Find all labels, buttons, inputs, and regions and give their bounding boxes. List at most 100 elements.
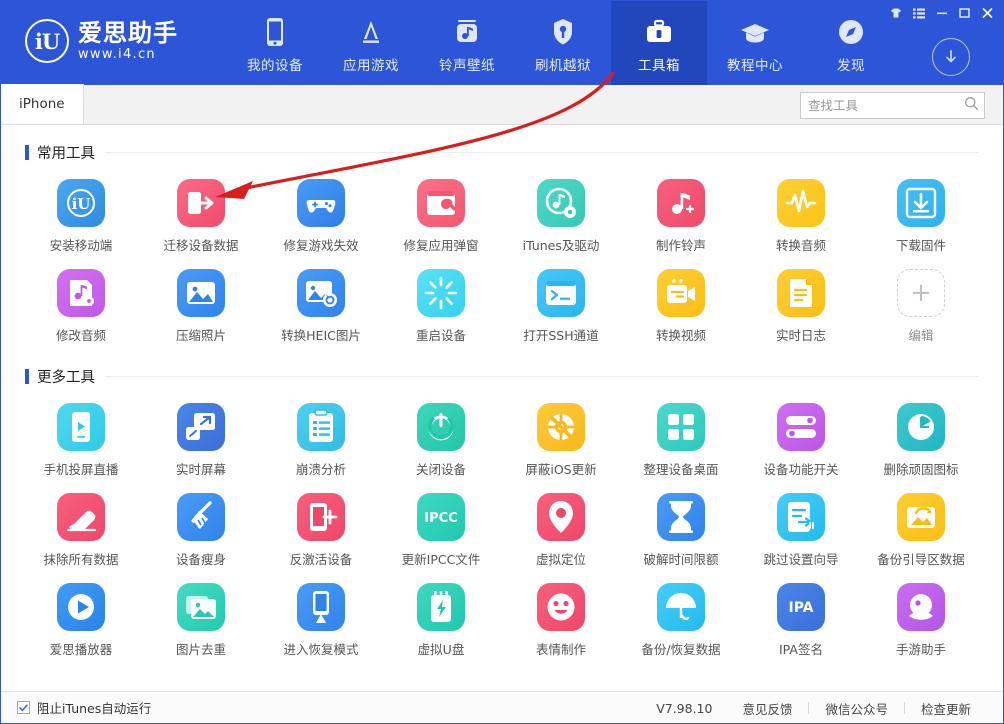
tool-item[interactable]: 图片去重 xyxy=(141,575,261,665)
tool-item[interactable]: 爱思播放器 xyxy=(21,575,141,665)
tool-item[interactable]: + 编辑 xyxy=(861,261,981,351)
main-nav: 我的设备 应用游戏 铃声壁纸 刷机越狱 工具箱 教程中心 发现 xyxy=(227,1,899,85)
tool-item[interactable]: 备份引导区数据 xyxy=(861,485,981,575)
tool-label: 转换HEIC图片 xyxy=(281,328,361,343)
window-controls xyxy=(885,4,998,22)
menu-button[interactable] xyxy=(908,4,929,22)
tool-label: IPA签名 xyxy=(779,642,823,657)
tool-item[interactable]: 手机投屏直播 xyxy=(21,395,141,485)
tool-item[interactable]: 修复游戏失效 xyxy=(261,171,381,261)
tool-label: 破解时间限额 xyxy=(643,552,719,567)
minimize-button[interactable] xyxy=(931,4,952,22)
tool-label: 转换音频 xyxy=(775,238,826,253)
tool-item[interactable]: 转换视频 xyxy=(621,261,741,351)
toolbox-icon xyxy=(644,14,674,50)
tool-item[interactable]: 制作铃声 xyxy=(621,171,741,261)
brand-url: www.i4.cn xyxy=(78,46,156,62)
section-title: 更多工具 xyxy=(37,369,95,386)
tool-label: 虚拟定位 xyxy=(535,552,586,567)
tool-item[interactable]: 崩溃分析 xyxy=(261,395,381,485)
tool-label: 重启设备 xyxy=(415,328,466,343)
tool-item[interactable]: 手游助手 xyxy=(861,575,981,665)
tool-item[interactable]: 设备功能开关 xyxy=(741,395,861,485)
tool-item[interactable]: 实时屏幕 xyxy=(141,395,261,485)
tool-label: 更新IPCC文件 xyxy=(401,552,481,567)
tool-item[interactable]: 关闭设备 xyxy=(381,395,501,485)
nav-item-tutorial-center[interactable]: 教程中心 xyxy=(707,1,803,85)
tool-item[interactable]: 整理设备桌面 xyxy=(621,395,741,485)
nav-item-toolbox[interactable]: 工具箱 xyxy=(611,1,707,85)
screen-mirror-icon xyxy=(177,403,225,451)
tool-item[interactable]: 破解时间限额 xyxy=(621,485,741,575)
tool-label: 手游助手 xyxy=(895,642,946,657)
tool-item[interactable]: 虚拟定位 xyxy=(501,485,621,575)
tool-item[interactable]: 设备瘦身 xyxy=(141,485,261,575)
nav-item-my-device[interactable]: 我的设备 xyxy=(227,1,323,85)
tool-item[interactable]: 进入恢复模式 xyxy=(261,575,381,665)
tool-label: 崩溃分析 xyxy=(295,462,346,477)
grid-icon xyxy=(657,403,705,451)
wechat-link[interactable]: 微信公众号 xyxy=(809,699,904,718)
tool-item[interactable]: iU 安装移动端 xyxy=(21,171,141,261)
location-pin-icon xyxy=(537,493,585,541)
feedback-link[interactable]: 意见反馈 xyxy=(726,699,808,718)
nav-item-app-games[interactable]: 应用游戏 xyxy=(323,1,419,85)
section-title: 常用工具 xyxy=(37,145,95,162)
nav-item-ringtone-wallpaper[interactable]: 铃声壁纸 xyxy=(419,1,515,85)
tool-label: 跳过设置向导 xyxy=(763,552,839,567)
tool-label: 设备功能开关 xyxy=(763,462,839,477)
hourglass-icon xyxy=(657,493,705,541)
section-header-common-tools: 常用工具 xyxy=(25,141,1003,163)
tool-label: 备份/恢复数据 xyxy=(641,642,721,657)
search-tool-box[interactable] xyxy=(800,92,985,119)
skin-button[interactable] xyxy=(885,4,906,22)
checkbox-icon[interactable] xyxy=(17,701,30,714)
power-icon xyxy=(417,403,465,451)
maximize-button[interactable] xyxy=(954,4,975,22)
plus-icon: + xyxy=(897,269,945,317)
close-button[interactable] xyxy=(977,4,998,22)
tool-item[interactable]: 修改音频 xyxy=(21,261,141,351)
tool-item[interactable]: IPA IPA签名 xyxy=(741,575,861,665)
check-update-link[interactable]: 检查更新 xyxy=(905,699,987,718)
tool-item[interactable]: 反激活设备 xyxy=(261,485,381,575)
tool-item[interactable]: 删除顽固图标 xyxy=(861,395,981,485)
tool-item[interactable]: 迁移设备数据 xyxy=(141,171,261,261)
tool-item[interactable]: 压缩照片 xyxy=(141,261,261,351)
logo-mark-icon: iU xyxy=(25,19,69,63)
search-input[interactable] xyxy=(808,98,964,113)
download-circle-icon[interactable] xyxy=(932,38,970,76)
tool-item[interactable]: 备份/恢复数据 xyxy=(621,575,741,665)
tool-item[interactable]: IPCC 更新IPCC文件 xyxy=(381,485,501,575)
tool-label: 进入恢复模式 xyxy=(283,642,359,657)
tool-label: 安装移动端 xyxy=(49,238,113,253)
tool-label: 虚拟U盘 xyxy=(417,642,465,657)
version-label: V7.98.10 xyxy=(656,700,713,716)
tool-item[interactable]: 虚拟U盘 xyxy=(381,575,501,665)
tool-label: 迁移设备数据 xyxy=(163,238,239,253)
tool-item[interactable]: 表情制作 xyxy=(501,575,621,665)
nav-label: 应用游戏 xyxy=(343,58,399,74)
tool-item[interactable]: iTunes及驱动 xyxy=(501,171,621,261)
nav-item-flash-jailbreak[interactable]: 刷机越狱 xyxy=(515,1,611,85)
tool-item[interactable]: 重启设备 xyxy=(381,261,501,351)
tool-item[interactable]: 下载固件 xyxy=(861,171,981,261)
tool-item[interactable]: 转换音频 xyxy=(741,171,861,261)
window-wrench-icon xyxy=(417,179,465,227)
block-itunes-checkbox[interactable]: 阻止iTunes自动运行 xyxy=(17,698,151,717)
tool-item[interactable]: 跳过设置向导 xyxy=(741,485,861,575)
photo-convert-icon xyxy=(297,269,345,317)
search-icon[interactable] xyxy=(964,96,979,115)
tool-item[interactable]: 修复应用弹窗 xyxy=(381,171,501,261)
tool-item[interactable]: 屏蔽iOS更新 xyxy=(501,395,621,485)
svg-text:IPA: IPA xyxy=(788,600,813,616)
tool-item[interactable]: 实时日志 xyxy=(741,261,861,351)
block-update-icon xyxy=(537,403,585,451)
tool-item[interactable]: 抹除所有数据 xyxy=(21,485,141,575)
tool-item[interactable]: 转换HEIC图片 xyxy=(261,261,381,351)
toggles-icon xyxy=(777,403,825,451)
tab-iphone[interactable]: iPhone xyxy=(1,84,84,124)
tool-item[interactable]: 打开SSH通道 xyxy=(501,261,621,351)
svg-text:iU: iU xyxy=(72,195,91,213)
iu-app-icon: iU xyxy=(57,179,105,227)
